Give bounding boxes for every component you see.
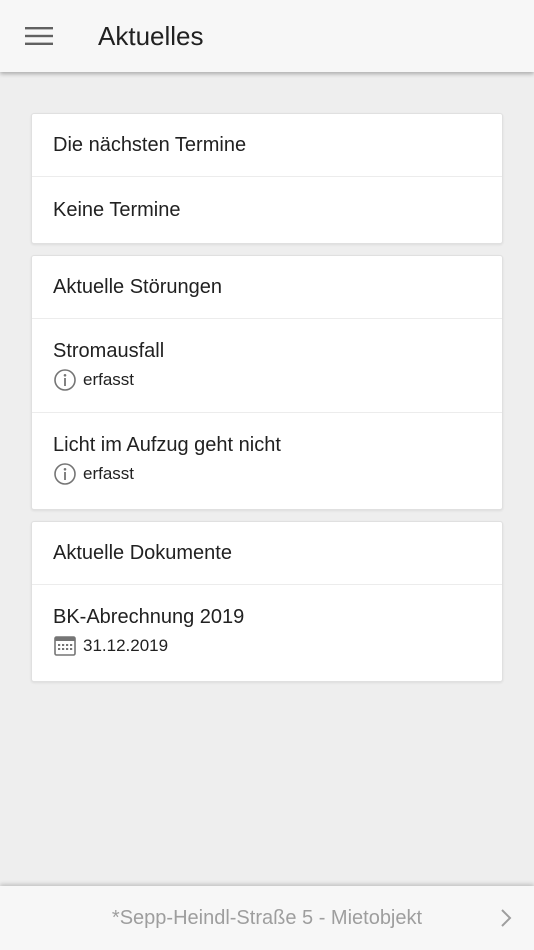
chevron-right-icon: [501, 909, 512, 927]
dokument-date-row: 31.12.2019: [53, 634, 481, 658]
stoerung-status-row: erfasst: [53, 462, 481, 486]
stoerungen-card: Aktuelle Störungen Stromausfall erfasst …: [31, 255, 503, 510]
dokument-item[interactable]: BK-Abrechnung 2019 31.12.2019: [32, 585, 502, 681]
stoerung-title: Licht im Aufzug geht nicht: [53, 434, 281, 456]
menu-button[interactable]: [18, 18, 60, 54]
dokument-date: 31.12.2019: [83, 636, 169, 655]
stoerung-status: erfasst: [83, 370, 135, 389]
property-selector-bar[interactable]: *Sepp-Heindl-Straße 5 - Mietobjekt: [0, 886, 534, 950]
stoerungen-card-header: Aktuelle Störungen: [32, 256, 502, 319]
dokumente-card-header: Aktuelle Dokumente: [32, 522, 502, 585]
termine-empty-text: Keine Termine: [53, 198, 181, 221]
calendar-icon: [53, 634, 77, 658]
stoerung-title: Stromausfall: [53, 340, 165, 362]
info-icon: [53, 462, 77, 486]
hamburger-menu-icon: [25, 27, 53, 45]
info-icon: [53, 368, 77, 392]
stoerung-status-row: erfasst: [53, 368, 481, 392]
dokumente-card: Aktuelle Dokumente BK-Abrechnung 2019 31…: [31, 521, 503, 682]
stoerung-status: erfasst: [83, 464, 135, 483]
app-bar: Aktuelles: [0, 0, 534, 72]
stoerung-item[interactable]: Licht im Aufzug geht nicht erfasst: [32, 413, 502, 509]
stoerung-item[interactable]: Stromausfall erfasst: [32, 319, 502, 413]
termine-card-header: Die nächsten Termine: [32, 114, 502, 177]
main-content: Die nächsten Termine Keine Termine Aktue…: [31, 113, 503, 693]
termine-card: Die nächsten Termine Keine Termine: [31, 113, 503, 244]
dokument-title: BK-Abrechnung 2019: [53, 606, 245, 628]
page-title: Aktuelles: [98, 21, 204, 51]
property-label: *Sepp-Heindl-Straße 5 - Mietobjekt: [111, 906, 423, 929]
